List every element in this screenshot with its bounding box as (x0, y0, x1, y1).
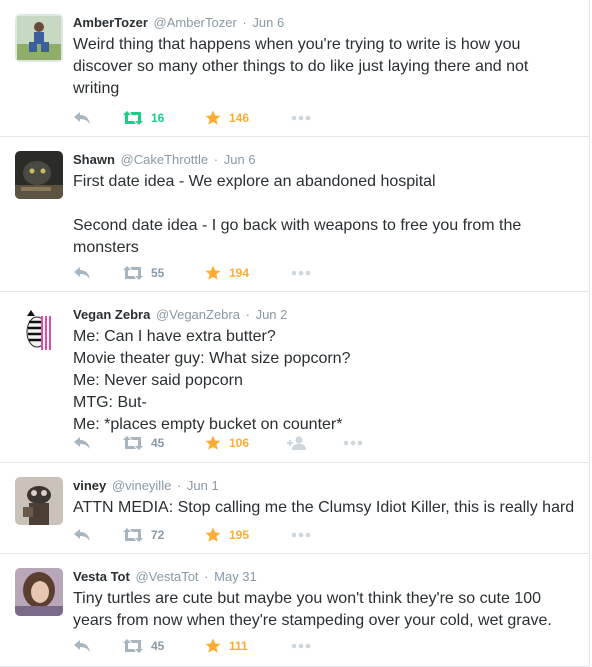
retweet-icon (123, 639, 143, 653)
tweet[interactable]: Vegan Zebra @VeganZebra · Jun 2 Me: Can … (0, 292, 590, 463)
tweet-feed: AmberTozer @AmberTozer · Jun 6 Weird thi… (0, 0, 592, 667)
tweet-header: Shawn @CakeThrottle · Jun 6 (73, 152, 579, 168)
more-icon (291, 270, 311, 276)
more-button[interactable] (291, 263, 311, 283)
tweet-header: AmberTozer @AmberTozer · Jun 6 (73, 15, 579, 31)
tweet-text: Tiny turtles are cute but maybe you won'… (73, 590, 552, 629)
avatar[interactable] (15, 306, 63, 354)
retweet-count: 16 (151, 111, 165, 125)
tweet-header: Vegan Zebra @VeganZebra · Jun 2 (73, 307, 579, 323)
avatar[interactable] (15, 151, 63, 199)
reply-button[interactable] (73, 263, 93, 283)
favorite-button[interactable]: 111 (205, 636, 248, 656)
retweet-icon (123, 111, 143, 125)
separator: · (245, 307, 250, 322)
retweet-button[interactable]: 16 (123, 108, 164, 128)
retweet-icon (123, 436, 143, 450)
tweet[interactable]: Vesta Tot @VestaTot · May 31 Tiny turtle… (0, 554, 590, 667)
fullname[interactable]: Vegan Zebra (73, 307, 150, 322)
more-icon (291, 643, 311, 649)
add-user-icon (287, 436, 307, 450)
star-icon (205, 265, 221, 281)
retweet-count: 72 (151, 528, 165, 542)
retweet-count: 45 (151, 639, 165, 653)
reply-button[interactable] (73, 525, 93, 545)
more-button[interactable] (291, 108, 311, 128)
timestamp[interactable]: Jun 2 (256, 307, 288, 322)
favorite-count: 146 (229, 111, 250, 125)
favorite-button[interactable]: 194 (205, 263, 249, 283)
favorite-count: 111 (229, 639, 248, 653)
reply-icon (73, 639, 93, 653)
reply-icon (73, 266, 93, 280)
retweet-count: 45 (151, 436, 165, 450)
tweet[interactable]: Shawn @CakeThrottle · Jun 6 First date i… (0, 137, 590, 292)
retweet-button[interactable]: 45 (123, 433, 164, 453)
retweet-button[interactable]: 55 (123, 263, 164, 283)
username[interactable]: @AmberTozer (154, 15, 237, 30)
tweet-text: First date idea - We explore an abandone… (73, 173, 522, 256)
avatar[interactable] (15, 14, 63, 62)
tweet-text: Weird thing that happens when you're try… (73, 36, 529, 97)
more-icon (291, 115, 311, 121)
favorite-button[interactable]: 106 (205, 433, 249, 453)
reply-button[interactable] (73, 636, 93, 656)
retweet-count: 55 (151, 266, 165, 280)
timestamp[interactable]: Jun 6 (224, 152, 256, 167)
username[interactable]: @VeganZebra (156, 307, 240, 322)
tweet-header: Vesta Tot @VestaTot · May 31 (73, 569, 579, 585)
favorite-button[interactable]: 146 (205, 108, 249, 128)
avatar[interactable] (15, 568, 63, 616)
tweet-text: ATTN MEDIA: Stop calling me the Clumsy I… (73, 499, 575, 516)
retweet-button[interactable]: 72 (123, 525, 164, 545)
more-button[interactable] (343, 433, 363, 453)
retweet-icon (123, 266, 143, 280)
username[interactable]: @VestaTot (135, 569, 198, 584)
star-icon (205, 527, 221, 543)
more-button[interactable] (291, 525, 311, 545)
fullname[interactable]: viney (73, 478, 106, 493)
favorite-count: 195 (229, 528, 250, 542)
reply-button[interactable] (73, 433, 93, 453)
timestamp[interactable]: Jun 6 (252, 15, 284, 30)
separator: · (176, 478, 182, 493)
fullname[interactable]: Vesta Tot (73, 569, 130, 584)
favorite-button[interactable]: 195 (205, 525, 249, 545)
more-icon (343, 440, 363, 446)
favorite-count: 194 (229, 266, 250, 280)
timestamp[interactable]: May 31 (214, 569, 257, 584)
tweet[interactable]: AmberTozer @AmberTozer · Jun 6 Weird thi… (0, 0, 590, 137)
tweet[interactable]: viney @vineyille · Jun 1 ATTN MEDIA: Sto… (0, 463, 590, 554)
more-button[interactable] (291, 636, 311, 656)
separator: · (204, 569, 209, 584)
fullname[interactable]: AmberTozer (73, 15, 148, 30)
star-icon (205, 110, 221, 126)
star-icon (205, 435, 221, 451)
star-icon (205, 638, 221, 654)
retweet-icon (123, 528, 143, 542)
timestamp[interactable]: Jun 1 (187, 478, 219, 493)
reply-icon (73, 111, 93, 125)
follow-button[interactable] (287, 433, 307, 453)
username[interactable]: @vineyille (112, 478, 171, 493)
reply-icon (73, 436, 93, 450)
tweet-header: viney @vineyille · Jun 1 (73, 478, 579, 494)
fullname[interactable]: Shawn (73, 152, 115, 167)
tweet-text: Me: Can I have extra butter? Movie theat… (73, 328, 351, 433)
separator: · (242, 15, 247, 30)
username[interactable]: @CakeThrottle (121, 152, 209, 167)
retweet-button[interactable]: 45 (123, 636, 164, 656)
reply-icon (73, 528, 93, 542)
favorite-count: 106 (229, 436, 250, 450)
separator: · (213, 152, 219, 167)
avatar[interactable] (15, 477, 63, 525)
more-icon (291, 532, 311, 538)
reply-button[interactable] (73, 108, 93, 128)
